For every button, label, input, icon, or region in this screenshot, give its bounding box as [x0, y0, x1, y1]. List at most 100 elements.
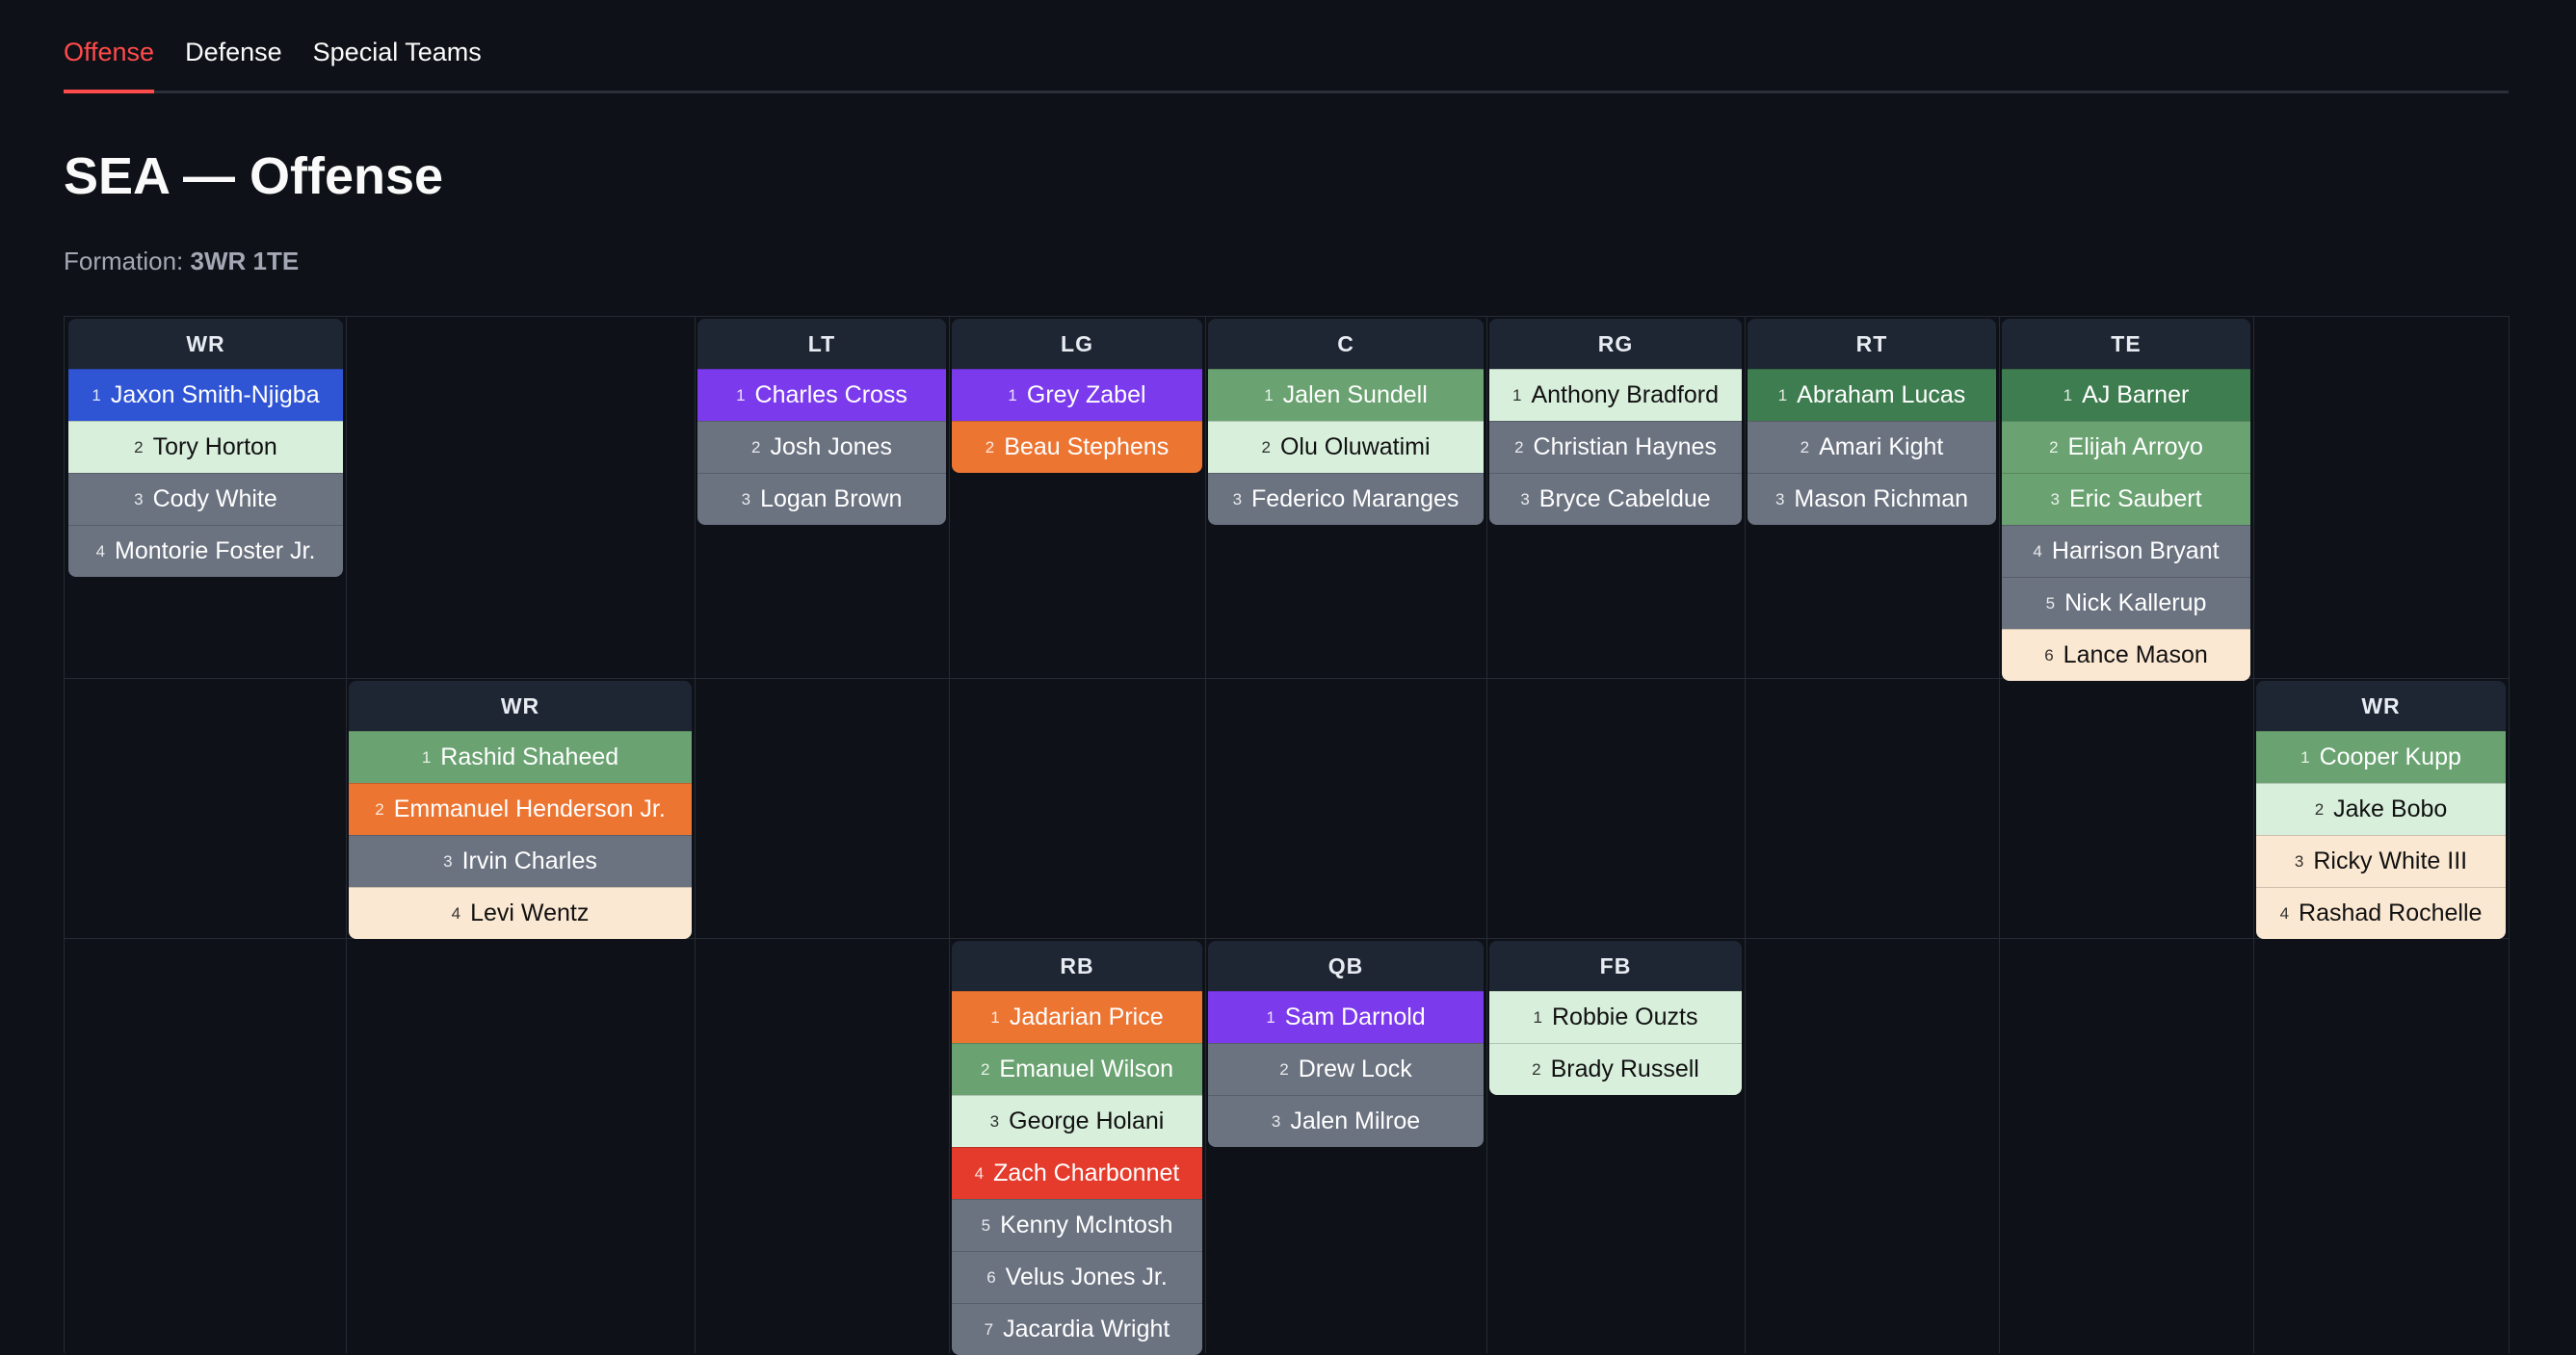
player-row[interactable]: 6 Lance Mason: [2002, 629, 2250, 681]
player-row[interactable]: 2 Jake Bobo: [2256, 783, 2506, 835]
player-row[interactable]: 5 Nick Kallerup: [2002, 577, 2250, 629]
depth-number: 4: [95, 541, 106, 560]
player-name: Levi Wentz: [470, 899, 590, 926]
player-row[interactable]: 3 Eric Saubert: [2002, 473, 2250, 525]
player-row[interactable]: 2 Drew Lock: [1208, 1043, 1484, 1095]
position-card-rt: RT 1 Abraham Lucas 2 Amari Kight 3 Mason Richm…: [1748, 319, 1996, 525]
player-name: Elijah Arroyo: [2067, 433, 2203, 460]
tab-special-teams[interactable]: Special Teams: [313, 38, 482, 91]
player-name: Brady Russell: [1550, 1055, 1699, 1082]
player-name: Federico Maranges: [1251, 485, 1459, 512]
position-card-lt: LT 1 Charles Cross 2 Josh Jones 3 Logan Brown: [697, 319, 946, 525]
player-name: Anthony Bradford: [1531, 381, 1720, 408]
player-row[interactable]: 1 Rashid Shaheed: [349, 731, 692, 783]
player-row[interactable]: 1 Sam Darnold: [1208, 991, 1484, 1043]
player-row[interactable]: 7 Jacardia Wright: [952, 1303, 1202, 1355]
player-row[interactable]: 1 Jadarian Price: [952, 991, 1202, 1043]
player-name: Jaxon Smith-Njigba: [110, 381, 320, 408]
position-card-te: TE 1 AJ Barner 2 Elijah Arroyo 3 Eric Saubert 4…: [2002, 319, 2250, 681]
position-card-wr-slot: WR 1 Rashid Shaheed 2 Emmanuel Henderson Jr.…: [349, 681, 692, 939]
player-row[interactable]: 2 Tory Horton: [68, 421, 343, 473]
position-card-fb: FB 1 Robbie Ouzts 2 Brady Russell: [1489, 941, 1742, 1095]
formation-text: Formation: 3WR 1TE: [64, 247, 299, 276]
player-name: Nick Kallerup: [2064, 589, 2207, 616]
position-label: RT: [1748, 319, 1996, 369]
player-name: Kenny McIntosh: [1000, 1212, 1173, 1238]
tab-offense[interactable]: Offense: [64, 38, 155, 93]
player-row[interactable]: 1 Jaxon Smith-Njigba: [68, 369, 343, 421]
depth-number: 2: [2314, 799, 2325, 819]
depth-number: 2: [2049, 437, 2059, 456]
player-row[interactable]: 4 Montorie Foster Jr.: [68, 525, 343, 577]
player-row[interactable]: 3 Mason Richman: [1748, 473, 1996, 525]
player-row[interactable]: 4 Rashad Rochelle: [2256, 887, 2506, 939]
depth-number: 3: [1271, 1111, 1281, 1131]
player-row[interactable]: 3 Bryce Cabeldue: [1489, 473, 1742, 525]
depth-number: 3: [741, 489, 751, 508]
player-row[interactable]: 4 Zach Charbonnet: [952, 1147, 1202, 1199]
player-row[interactable]: 3 Federico Maranges: [1208, 473, 1484, 525]
depth-number: 1: [2300, 747, 2310, 767]
player-row[interactable]: 3 Ricky White III: [2256, 835, 2506, 887]
player-row[interactable]: 1 Jalen Sundell: [1208, 369, 1484, 421]
position-label: WR: [349, 681, 692, 731]
player-row[interactable]: 2 Olu Oluwatimi: [1208, 421, 1484, 473]
player-row[interactable]: 1 Anthony Bradford: [1489, 369, 1742, 421]
depth-number: 2: [751, 437, 761, 456]
player-name: Emanuel Wilson: [999, 1055, 1174, 1082]
position-label: WR: [68, 319, 343, 369]
player-row[interactable]: 5 Kenny McIntosh: [952, 1199, 1202, 1251]
player-row[interactable]: 3 Irvin Charles: [349, 835, 692, 887]
position-label: QB: [1208, 941, 1484, 991]
player-name: Jadarian Price: [1009, 1003, 1164, 1030]
depth-number: 3: [1774, 489, 1785, 508]
depth-number: 6: [986, 1267, 996, 1287]
player-row[interactable]: 6 Velus Jones Jr.: [952, 1251, 1202, 1303]
tab-bar: Offense Defense Special Teams: [64, 0, 2509, 93]
player-row[interactable]: 3 George Holani: [952, 1095, 1202, 1147]
player-name: Zach Charbonnet: [993, 1160, 1180, 1186]
player-row[interactable]: 2 Christian Haynes: [1489, 421, 1742, 473]
player-row[interactable]: 2 Emanuel Wilson: [952, 1043, 1202, 1095]
player-row[interactable]: 1 Robbie Ouzts: [1489, 991, 1742, 1043]
player-name: Irvin Charles: [461, 847, 597, 874]
position-card-rg: RG 1 Anthony Bradford 2 Christian Haynes 3 Bry…: [1489, 319, 1742, 525]
player-name: Josh Jones: [770, 433, 892, 460]
player-row[interactable]: 2 Amari Kight: [1748, 421, 1996, 473]
player-name: Grey Zabel: [1026, 381, 1146, 408]
position-label: RG: [1489, 319, 1742, 369]
player-row[interactable]: 4 Levi Wentz: [349, 887, 692, 939]
player-name: Beau Stephens: [1004, 433, 1170, 460]
player-row[interactable]: 2 Josh Jones: [697, 421, 946, 473]
page-title: SEA — Offense: [64, 147, 444, 205]
player-row[interactable]: 1 Cooper Kupp: [2256, 731, 2506, 783]
player-name: Jalen Sundell: [1282, 381, 1428, 408]
player-row[interactable]: 3 Cody White: [68, 473, 343, 525]
player-row[interactable]: 1 Charles Cross: [697, 369, 946, 421]
player-row[interactable]: 3 Logan Brown: [697, 473, 946, 525]
player-row[interactable]: 2 Elijah Arroyo: [2002, 421, 2250, 473]
player-row[interactable]: 2 Beau Stephens: [952, 421, 1202, 473]
player-row[interactable]: 1 Grey Zabel: [952, 369, 1202, 421]
position-label: TE: [2002, 319, 2250, 369]
depth-number: 1: [1777, 385, 1788, 404]
depth-number: 2: [1261, 437, 1271, 456]
player-row[interactable]: 3 Jalen Milroe: [1208, 1095, 1484, 1147]
position-card-lg: LG 1 Grey Zabel 2 Beau Stephens: [952, 319, 1202, 473]
player-name: Tory Horton: [152, 433, 277, 460]
player-name: Emmanuel Henderson Jr.: [393, 795, 666, 822]
player-name: Jalen Milroe: [1290, 1107, 1421, 1134]
depth-number: 3: [443, 851, 453, 871]
tab-defense[interactable]: Defense: [185, 38, 282, 91]
depth-number: 1: [1266, 1007, 1275, 1027]
depth-number: 2: [1532, 1059, 1541, 1079]
player-row[interactable]: 1 Abraham Lucas: [1748, 369, 1996, 421]
player-name: Jake Bobo: [2333, 795, 2448, 822]
player-name: Christian Haynes: [1533, 433, 1717, 460]
player-row[interactable]: 1 AJ Barner: [2002, 369, 2250, 421]
player-row[interactable]: 2 Emmanuel Henderson Jr.: [349, 783, 692, 835]
player-row[interactable]: 2 Brady Russell: [1489, 1043, 1742, 1095]
depth-number: 1: [736, 385, 746, 404]
player-row[interactable]: 4 Harrison Bryant: [2002, 525, 2250, 577]
depth-number: 5: [2045, 593, 2056, 612]
